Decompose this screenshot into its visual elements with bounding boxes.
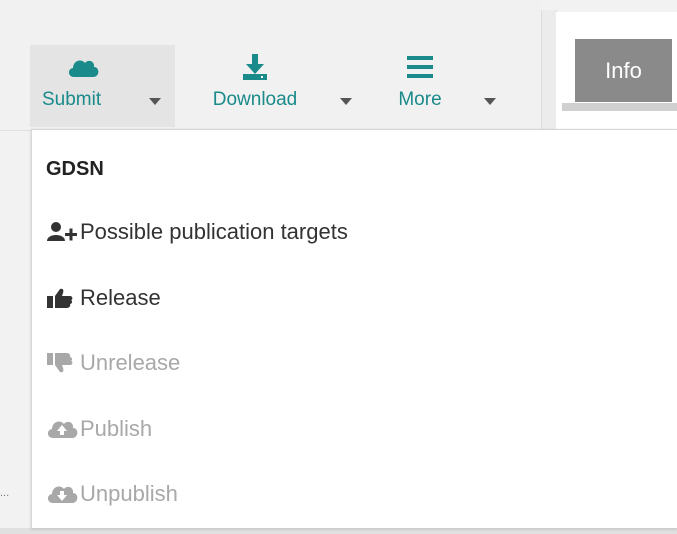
menu-item-publish[interactable]: Publish xyxy=(46,409,677,449)
background-text: ... xyxy=(0,487,10,499)
user-plus-icon xyxy=(46,221,80,243)
submit-button[interactable]: Submit xyxy=(30,45,175,127)
submit-dropdown-menu: GDSN Possible publication targets Releas… xyxy=(31,129,677,528)
toolbar: Submit Download More xyxy=(0,0,541,131)
more-caret-icon[interactable] xyxy=(484,98,496,105)
download-label: Download xyxy=(212,89,298,110)
menu-item-label: Unpublish xyxy=(80,481,178,506)
submit-caret-icon[interactable] xyxy=(149,98,161,105)
menu-item-release[interactable]: Release xyxy=(46,278,677,318)
menu-item-unrelease[interactable]: Unrelease xyxy=(46,343,677,383)
menu-section-header: GDSN xyxy=(46,158,104,180)
menu-item-unpublish[interactable]: Unpublish xyxy=(46,474,677,514)
menu-item-possible-publication-targets[interactable]: Possible publication targets xyxy=(46,212,677,252)
download-button[interactable]: Download xyxy=(200,45,310,127)
cloud-download-icon xyxy=(46,483,80,505)
menu-item-label: Unrelease xyxy=(80,350,181,375)
cloud-icon xyxy=(66,51,100,83)
menu-icon xyxy=(405,51,435,83)
tab-info[interactable]: Info xyxy=(575,39,672,102)
download-icon xyxy=(240,51,270,83)
more-button[interactable]: More xyxy=(385,45,455,127)
more-label: More xyxy=(398,89,442,110)
menu-item-label: Publish xyxy=(80,416,153,441)
background-bottom-bar xyxy=(0,528,677,534)
tab-underline xyxy=(562,103,677,111)
download-caret-icon[interactable] xyxy=(340,98,352,105)
cloud-upload-icon xyxy=(46,418,80,440)
thumbs-up-icon xyxy=(46,287,80,309)
panel-divider xyxy=(541,10,557,130)
menu-item-label: Possible publication targets xyxy=(80,219,348,244)
menu-item-label: Release xyxy=(80,285,161,310)
submit-label: Submit xyxy=(42,89,102,110)
thumbs-down-icon xyxy=(46,352,80,374)
